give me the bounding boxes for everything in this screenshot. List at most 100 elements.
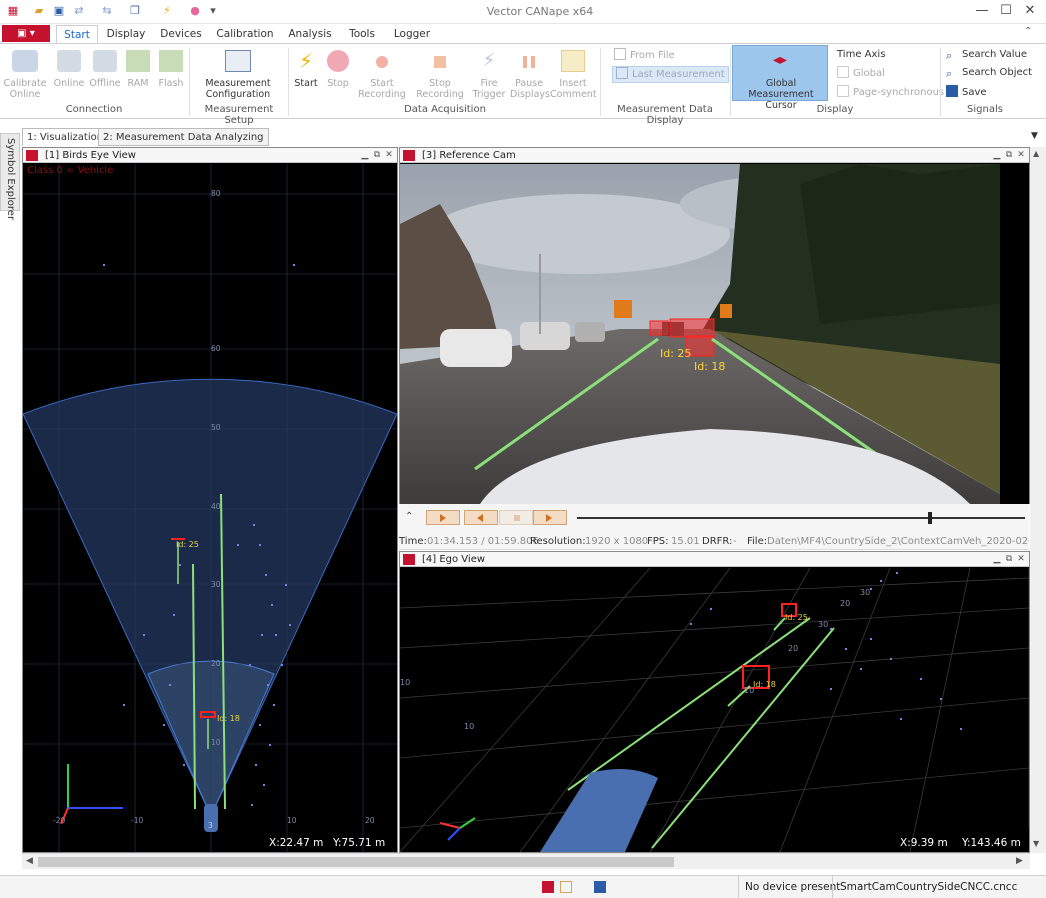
flash-icon[interactable]: ⚡ — [160, 4, 174, 18]
tab-display[interactable]: Display — [102, 25, 150, 43]
ribbon-collapse-icon[interactable]: ⌃ — [1024, 26, 1032, 37]
last-measurement-button[interactable]: Last Measurement — [612, 66, 729, 83]
fire-trigger-button[interactable]: ⚡ Fire Trigger — [470, 50, 508, 102]
group-label-signals: Signals — [967, 104, 1003, 115]
pane-close-icon[interactable]: ✕ — [1015, 148, 1027, 163]
customize-toolbar-icon[interactable]: ▾ — [206, 4, 220, 18]
scroll-right-icon[interactable]: ▶ — [1016, 856, 1023, 866]
start-button[interactable]: ⚡ Start — [292, 50, 320, 102]
connect-icon[interactable]: ⇄ — [72, 4, 86, 18]
offline-button[interactable]: Offline — [88, 50, 122, 100]
play-forward-button[interactable] — [426, 510, 460, 525]
ram-button[interactable]: RAM — [124, 50, 152, 100]
scrollbar-thumb[interactable] — [38, 857, 674, 867]
tab-devices[interactable]: Devices — [156, 25, 206, 43]
from-file-button[interactable]: From File — [614, 48, 675, 63]
copy-icon[interactable]: ❐ — [128, 4, 142, 18]
y-tick-label: 20 — [211, 659, 221, 668]
insert-comment-button[interactable]: Insert Comment — [550, 50, 597, 102]
file-path-value: Daten\MF4\CountrySide_2\ContextCamVeh_20… — [767, 536, 1029, 547]
stop-recording-button[interactable]: Stop Recording — [412, 50, 468, 102]
search-object-button[interactable]: ⌕ Search Object — [946, 66, 1032, 80]
window-list-dropdown-icon[interactable]: ▼ — [1031, 131, 1038, 141]
calibrate-online-button[interactable]: Calibrate Online — [2, 50, 48, 100]
tab-calibration[interactable]: Calibration — [212, 25, 278, 43]
search-value-button[interactable]: ⌕ Search Value — [946, 48, 1027, 62]
save-status-icon — [594, 881, 606, 893]
rewind-icon — [477, 514, 483, 522]
global-measurement-cursor-button[interactable]: ◂▸ Global Measurement Cursor — [732, 45, 828, 111]
cursor-arrows-icon: ◂▸ — [772, 52, 788, 68]
x-tick-label: -20 — [53, 816, 66, 825]
open-folder-icon[interactable]: ▰ — [32, 4, 46, 18]
online-button[interactable]: Online — [52, 50, 86, 100]
pane-icon — [403, 150, 415, 161]
window-tab-measurement-data-analyzing[interactable]: 2: Measurement Data Analyzing — [98, 128, 269, 146]
save-icon[interactable]: ▣ — [52, 4, 66, 18]
close-icon[interactable]: ✕ — [1018, 2, 1042, 20]
pane-restore-icon[interactable]: ⧉ — [371, 148, 383, 163]
scroll-up-icon[interactable]: ▲ — [1033, 149, 1039, 158]
class-legend: Class 0 = Vehicle — [27, 165, 114, 176]
scroll-down-icon[interactable]: ▼ — [1033, 839, 1039, 848]
tab-logger[interactable]: Logger — [388, 25, 436, 43]
fast-forward-icon — [546, 514, 552, 522]
time-slider-track[interactable] — [577, 517, 1025, 519]
file-menu-button[interactable]: ▣ ▾ — [2, 25, 50, 42]
minimize-icon[interactable]: — — [970, 2, 994, 20]
configuration-file: SmartCamCountrySideCNCC.cncc — [840, 881, 1018, 893]
grid-tick-label: 10 — [464, 722, 475, 731]
tab-start[interactable]: Start — [56, 25, 98, 43]
pane-restore-icon[interactable]: ⧉ — [1003, 148, 1015, 163]
stop-button[interactable]: Stop — [322, 50, 354, 102]
time-slider-thumb[interactable] — [928, 512, 932, 524]
ego-view-canvas[interactable] — [400, 568, 1029, 852]
global-button[interactable]: Global — [837, 66, 885, 81]
page-sync-icon — [837, 85, 849, 97]
y-coordinate-readout: Y:143.46 m — [962, 837, 1021, 849]
y-tick-label: 60 — [211, 344, 221, 353]
time-axis-button[interactable]: Time Axis — [837, 48, 885, 62]
pane-minimize-icon[interactable]: ▁ — [991, 552, 1003, 567]
grid-tick-label: 30 — [860, 588, 871, 597]
step-back-button[interactable] — [464, 510, 498, 525]
page-synchronous-button[interactable]: Page-synchronous — [837, 85, 944, 100]
pane-close-icon[interactable]: ✕ — [383, 148, 395, 163]
object-id-label: Id: 25 — [176, 540, 199, 549]
stop-icon — [514, 515, 520, 521]
y-tick-label: 40 — [211, 502, 221, 511]
horizontal-scrollbar[interactable]: ◀ ▶ — [22, 853, 1030, 869]
step-forward-button[interactable] — [533, 510, 567, 525]
pane-minimize-icon[interactable]: ▁ — [359, 148, 371, 163]
tab-tools[interactable]: Tools — [342, 25, 382, 43]
measurement-configuration-button[interactable]: Measurement Configuration — [198, 50, 278, 102]
pane-restore-icon[interactable]: ⧉ — [1003, 552, 1015, 567]
collapse-controls-icon[interactable]: ⌃ — [405, 511, 413, 522]
group-label-data-acquisition: Data Acquisition — [404, 104, 486, 115]
maximize-icon[interactable]: ☐ — [994, 2, 1018, 20]
vertical-scrollbar[interactable]: ▲ ▼ — [1030, 147, 1046, 853]
pane-header: [4] Ego View ▁ ⧉ ✕ — [400, 552, 1029, 567]
disconnect-icon[interactable]: ⇆ — [100, 4, 114, 18]
pane-header: [1] Birds Eye View ▁ ⧉ ✕ — [23, 148, 397, 163]
pane-close-icon[interactable]: ✕ — [1015, 552, 1027, 567]
pause-displays-button[interactable]: Pause Displays — [510, 50, 550, 102]
scroll-left-icon[interactable]: ◀ — [26, 856, 33, 866]
start-recording-button[interactable]: Start Recording — [354, 50, 410, 102]
symbol-explorer-tab[interactable]: Symbol Explorer — [0, 133, 20, 220]
reference-cam-pane: [3] Reference Cam ▁ ⧉ ✕ Id: 25 Id: 18 — [399, 147, 1030, 504]
stop-playback-button[interactable] — [499, 510, 533, 525]
record-icon[interactable]: ● — [188, 4, 202, 18]
last-measurement-icon — [616, 67, 628, 79]
birds-eye-canvas[interactable] — [23, 164, 397, 852]
status-bar: No device present SmartCamCountrySideCNC… — [0, 875, 1046, 898]
status-divider — [738, 876, 739, 898]
object-id-label: Id: 18 — [694, 360, 726, 373]
window-tab-visualization[interactable]: 1: Visualization — [22, 128, 109, 146]
grid-tick-label: 30 — [818, 620, 829, 629]
tab-analysis[interactable]: Analysis — [284, 25, 336, 43]
save-signals-button[interactable]: Save — [946, 85, 987, 100]
pane-minimize-icon[interactable]: ▁ — [991, 148, 1003, 163]
flash-button[interactable]: Flash — [156, 50, 186, 100]
ribbon: Calibrate Online Online Offline RAM Flas… — [0, 43, 1046, 126]
